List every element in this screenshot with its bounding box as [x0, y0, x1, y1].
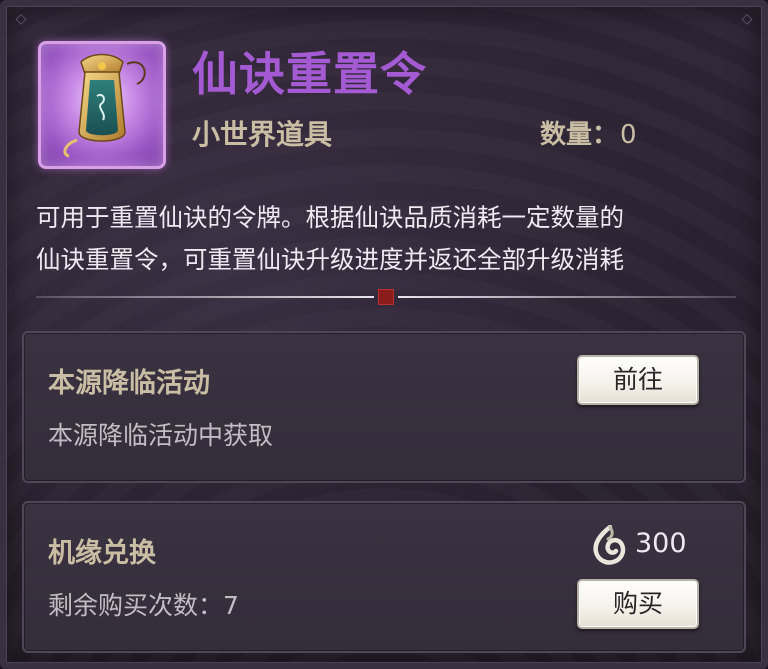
item-quantity: 数量：0 — [540, 115, 637, 155]
remaining-purchases: 剩余购买次数：7 — [48, 591, 239, 620]
source-subtitle: 本源降临活动中获取 — [48, 421, 274, 450]
divider-line — [398, 296, 736, 298]
item-description: 可用于重置仙诀的令牌。根据仙诀品质消耗一定数量的 仙诀重置令，可重置仙诀升级进度… — [36, 197, 736, 281]
price-value: 300 — [635, 528, 687, 559]
description-line: 可用于重置仙诀的令牌。根据仙诀品质消耗一定数量的 — [36, 203, 624, 232]
source-card-event: 本源降临活动 本源降临活动中获取 前往 — [22, 331, 746, 483]
buy-button[interactable]: 购买 — [577, 579, 699, 629]
description-line: 仙诀重置令，可重置仙诀升级进度并返还全部升级消耗 — [36, 245, 624, 274]
corner-ornament-icon: ◇ — [741, 11, 753, 27]
item-type: 小世界道具 — [192, 118, 333, 151]
source-title: 机缘兑换 — [48, 538, 156, 569]
item-name: 仙诀重置令 — [192, 47, 427, 101]
jade-coin-icon — [593, 525, 626, 565]
goto-button[interactable]: 前往 — [577, 355, 699, 405]
source-title: 本源降临活动 — [48, 368, 210, 399]
token-tablet-icon — [38, 41, 166, 169]
quantity-label: 数量： — [540, 120, 619, 150]
quantity-value: 0 — [620, 120, 637, 150]
divider-line — [36, 296, 374, 298]
seal-ornament-icon — [378, 289, 394, 305]
corner-ornament-icon: ◇ — [15, 11, 27, 27]
source-card-exchange: 机缘兑换 剩余购买次数：7 300 购买 — [22, 501, 746, 653]
section-divider — [36, 289, 736, 305]
